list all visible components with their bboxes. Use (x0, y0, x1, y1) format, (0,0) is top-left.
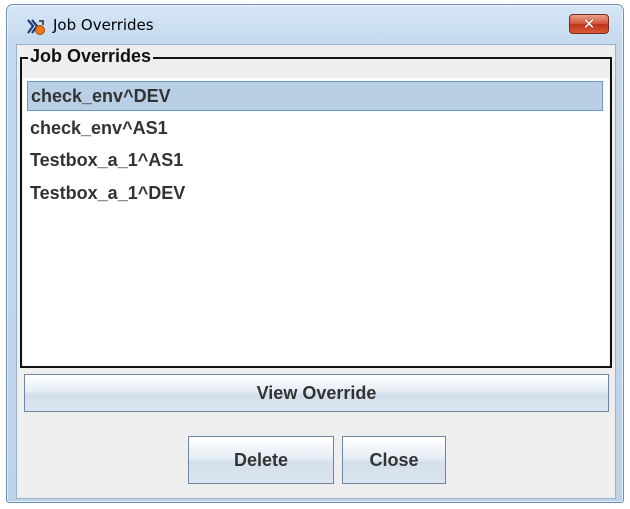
list-item[interactable]: check_env^AS1 (27, 114, 603, 144)
close-button[interactable]: Close (342, 436, 446, 484)
overrides-list[interactable]: check_env^DEV check_env^AS1 Testbox_a_1^… (23, 78, 609, 366)
java-app-icon (27, 19, 45, 35)
window-title: Job Overrides (53, 16, 154, 34)
delete-button[interactable]: Delete (188, 436, 334, 484)
close-icon: ✕ (582, 15, 596, 33)
dialog-content: Job Overrides check_env^DEV check_env^AS… (16, 44, 616, 499)
list-item[interactable]: Testbox_a_1^DEV (27, 179, 603, 209)
view-override-button[interactable]: View Override (24, 374, 609, 412)
window-close-button[interactable]: ✕ (569, 14, 609, 34)
list-item[interactable]: Testbox_a_1^AS1 (27, 146, 603, 176)
title-bar[interactable]: Job Overrides ✕ (7, 5, 623, 43)
dialog-window: Job Overrides ✕ Job Overrides check_env^… (6, 4, 624, 503)
group-legend: Job Overrides (28, 45, 154, 67)
list-item[interactable]: check_env^DEV (27, 81, 603, 111)
